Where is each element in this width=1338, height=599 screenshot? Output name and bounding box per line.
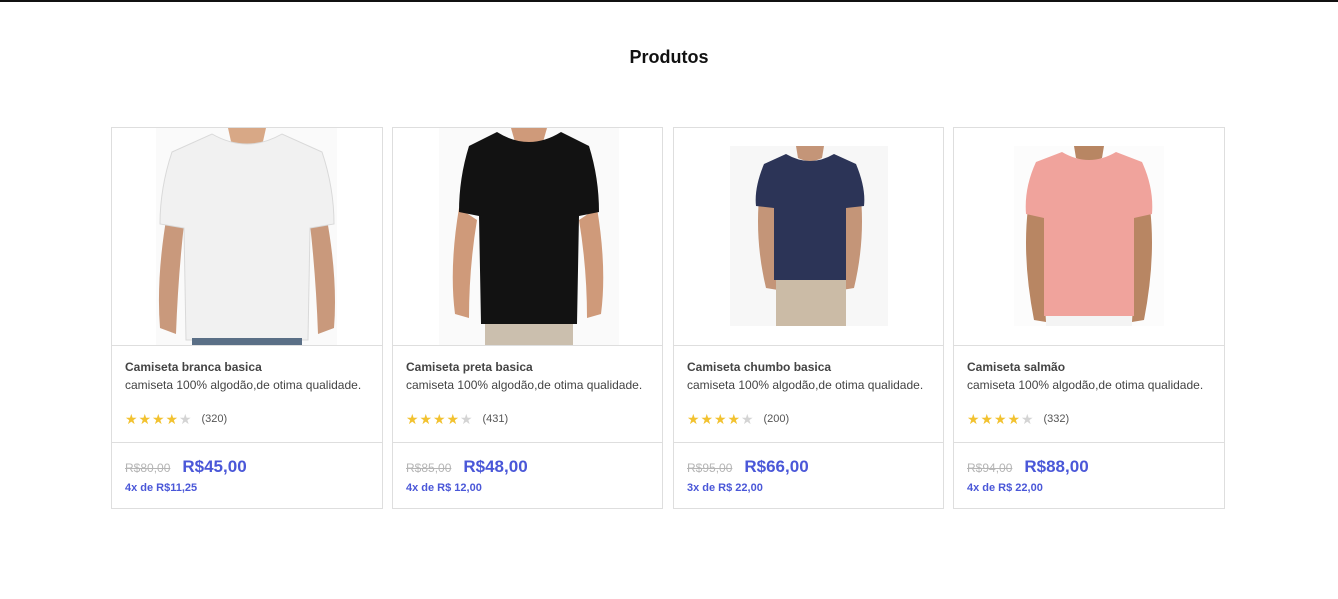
star-icon: ★ [406, 411, 419, 427]
installments: 4x de R$ 22,00 [967, 482, 1043, 494]
top-border [0, 0, 1338, 2]
current-price: R$48,00 [463, 457, 528, 476]
product-card[interactable]: Camiseta branca basica camiseta 100% alg… [111, 127, 383, 509]
review-count: (200) [763, 413, 790, 425]
product-grid: Camiseta branca basica camiseta 100% alg… [111, 127, 1225, 509]
star-icon: ★ [1021, 411, 1034, 427]
star-icon: ★ [419, 411, 433, 427]
tshirt-photo [730, 146, 888, 326]
product-card[interactable]: Camiseta chumbo basica camiseta 100% alg… [673, 127, 944, 509]
installments: 3x de R$ 22,00 [687, 482, 763, 494]
rating-stars: ★ ★ ★ ★ ★ [687, 412, 755, 426]
price-area: R$94,00 R$88,00 4x de R$ 22,00 [954, 442, 1224, 508]
star-icon: ★ [714, 411, 727, 427]
product-rating: ★ ★ ★ ★ ★ (332) [967, 412, 1069, 426]
star-icon: ★ [700, 411, 714, 427]
product-description: camiseta 100% algodão,de otima qualidade… [125, 378, 362, 392]
tshirt-photo [1014, 146, 1164, 326]
star-icon: ★ [125, 411, 138, 427]
product-image[interactable] [954, 128, 1224, 346]
review-count: (320) [201, 413, 228, 425]
product-description: camiseta 100% algodão,de otima qualidade… [406, 378, 643, 392]
review-count: (431) [482, 413, 509, 425]
star-icon: ★ [460, 411, 473, 427]
current-price: R$45,00 [182, 457, 247, 476]
star-icon: ★ [1007, 411, 1021, 427]
old-price: R$94,00 [967, 461, 1013, 475]
old-price: R$85,00 [406, 461, 452, 475]
rating-stars: ★ ★ ★ ★ ★ [406, 412, 474, 426]
rating-stars: ★ ★ ★ ★ ★ [967, 412, 1035, 426]
installments: 4x de R$11,25 [125, 482, 198, 494]
tshirt-photo [156, 128, 337, 345]
product-description: camiseta 100% algodão,de otima qualidade… [687, 378, 924, 392]
product-description: camiseta 100% algodão,de otima qualidade… [967, 378, 1204, 392]
product-rating: ★ ★ ★ ★ ★ (320) [125, 412, 227, 426]
star-icon: ★ [433, 411, 446, 427]
tshirt-photo [439, 128, 619, 345]
star-icon: ★ [967, 411, 980, 427]
star-icon: ★ [152, 411, 165, 427]
star-icon: ★ [994, 411, 1007, 427]
star-icon: ★ [687, 411, 700, 427]
product-name[interactable]: Camiseta branca basica [125, 359, 374, 375]
product-name[interactable]: Camiseta salmão [967, 359, 1216, 375]
rating-stars: ★ ★ ★ ★ ★ [125, 412, 193, 426]
star-icon: ★ [727, 411, 741, 427]
product-name[interactable]: Camiseta chumbo basica [687, 359, 935, 375]
star-icon: ★ [980, 411, 994, 427]
review-count: (332) [1043, 413, 1070, 425]
page-title: Produtos [629, 47, 709, 67]
old-price: R$80,00 [125, 461, 171, 475]
product-rating: ★ ★ ★ ★ ★ (200) [687, 412, 789, 426]
product-image[interactable] [674, 128, 943, 346]
current-price: R$66,00 [744, 457, 809, 476]
star-icon: ★ [446, 411, 460, 427]
star-icon: ★ [741, 411, 754, 427]
star-icon: ★ [179, 411, 192, 427]
product-card[interactable]: Camiseta preta basica camiseta 100% algo… [392, 127, 663, 509]
star-icon: ★ [138, 411, 152, 427]
price-area: R$85,00 R$48,00 4x de R$ 12,00 [393, 442, 662, 508]
price-area: R$80,00 R$45,00 4x de R$11,25 [112, 442, 382, 508]
price-area: R$95,00 R$66,00 3x de R$ 22,00 [674, 442, 943, 508]
product-image[interactable] [112, 128, 382, 346]
product-image[interactable] [393, 128, 662, 346]
product-name[interactable]: Camiseta preta basica [406, 359, 654, 375]
product-rating: ★ ★ ★ ★ ★ (431) [406, 412, 508, 426]
current-price: R$88,00 [1024, 457, 1089, 476]
installments: 4x de R$ 12,00 [406, 482, 482, 494]
product-card[interactable]: Camiseta salmão camiseta 100% algodão,de… [953, 127, 1225, 509]
old-price: R$95,00 [687, 461, 733, 475]
star-icon: ★ [165, 411, 179, 427]
